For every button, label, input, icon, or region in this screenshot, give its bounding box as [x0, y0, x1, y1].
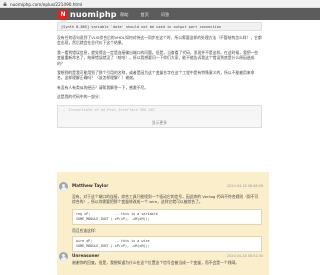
answer-item: Unreasoner 2020-04-18 08:52:30 谢谢你的回复。但是…: [57, 248, 269, 272]
collapsed-code-block: -- Instantiate of ad_Rssi_Interface SRD_…: [57, 104, 262, 128]
question-paragraph-5: 这是我的代码中的一部分：: [57, 94, 103, 100]
error-code-block: [Synth 8-865] variable 'data' should not…: [57, 22, 262, 31]
answer-time: 2020-04-18 08:48:06: [226, 183, 263, 188]
answer-paragraph: 没有。对于这个端口的连接，综合工具只能找到一个驱动它的信号，因此你的 Veril…: [72, 194, 259, 205]
answer-paragraph-2: 而且应该这样：: [72, 227, 99, 233]
logo-text: nuomiphp: [70, 9, 117, 19]
answer-paragraph: 谢谢你的回复。但是，我想知道为什么在这个位置这个信号会被当成一个变量，而不会是一…: [72, 260, 240, 265]
answer-time: 2020-04-18 08:52:30: [226, 253, 263, 258]
avatar: [59, 252, 68, 261]
show-more-button[interactable]: 显示更多: [58, 120, 261, 126]
answer-author[interactable]: Unreasoner: [72, 253, 99, 258]
answer-body: 谢谢你的回复。但是，我想知道为什么在这个位置这个信号会被当成一个变量，而不会是一…: [72, 260, 262, 265]
url-text[interactable]: nuomiphp.com/eplus/221490.html: [10, 2, 82, 7]
nav-link-help[interactable]: 帮助: [120, 12, 128, 18]
question-paragraph-2: 我一看到错误信息，就觉得这一定是连接输出端口的问题。但是，当查看了代码，发现并不…: [57, 49, 259, 66]
answers-section: Matthew Taylor 2020-04-18 08:48:06 没有。对于…: [57, 172, 269, 275]
lock-icon: [3, 1, 7, 6]
nav-link-qa[interactable]: 问答: [161, 12, 169, 18]
browser-url-bar[interactable]: nuomiphp.com/eplus/221490.html: [0, 0, 320, 8]
nav-link-home[interactable]: 首页: [140, 12, 148, 18]
site-header: N nuomiphp 帮助 首页 问答: [0, 8, 320, 20]
main-nav: 帮助 首页 问答: [120, 12, 169, 18]
answer-code-block-1: reg xP; -- this is a variable SOME_MODUL…: [72, 208, 262, 225]
answer-body: 没有。对于这个端口的连接，综合工具只能找到一个驱动它的信号，因此你的 Veril…: [72, 194, 262, 253]
avatar: [59, 182, 68, 191]
answer-author[interactable]: Matthew Taylor: [72, 183, 108, 188]
question-paragraph-3: 我想到的是我可能用到了那个引用的名称，或者是因为这个变量名字在这个工程中是有特殊…: [57, 70, 255, 81]
logo-mark: N: [58, 9, 68, 19]
site-logo[interactable]: N nuomiphp: [58, 9, 117, 19]
question-paragraph-1: 没有任何语句说到了VLSI综合后的VHDL如何对待这一同步在这个时，所以需要这样…: [57, 35, 262, 46]
question-article: [Synth 8-865] variable 'data' should not…: [57, 20, 262, 128]
question-paragraph-4: 有没有人有类似的经历？请帮我解答一下，感激不尽。: [57, 84, 149, 90]
answer-item: Matthew Taylor 2020-04-18 08:48:06 没有。对于…: [57, 178, 269, 254]
